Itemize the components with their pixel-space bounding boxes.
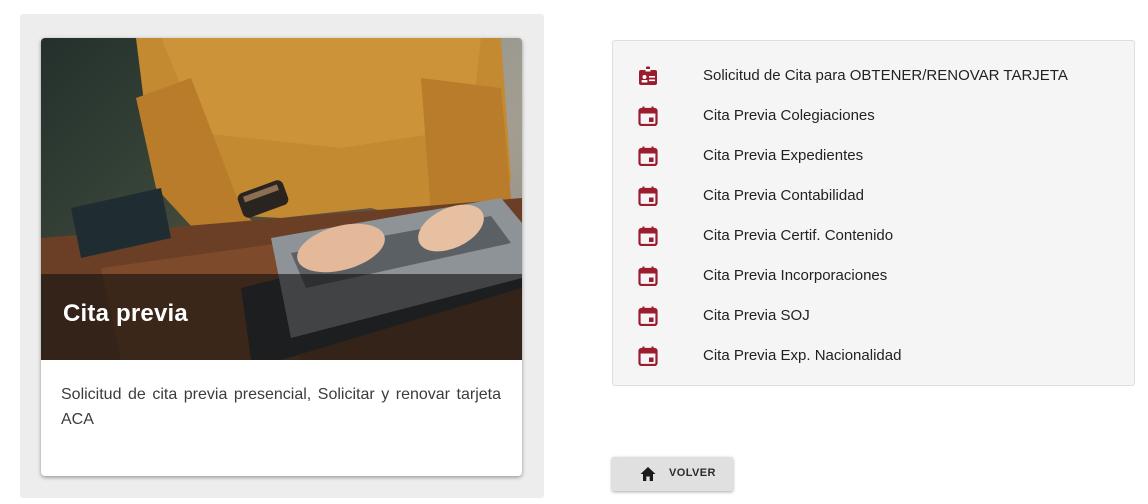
calendar-icon (638, 106, 658, 126)
menu-item-expedientes[interactable]: Cita Previa Expedientes (613, 136, 1134, 176)
menu-item-certif-contenido[interactable]: Cita Previa Certif. Contenido (613, 216, 1134, 256)
card-description: Solicitud de cita previa presencial, Sol… (61, 386, 501, 428)
menu-item-soj[interactable]: Cita Previa SOJ (613, 296, 1134, 336)
card-image: Cita previa (41, 38, 522, 360)
menu-item-label: Cita Previa SOJ (703, 307, 810, 324)
menu-item-obtener-renovar-tarjeta[interactable]: Solicitud de Cita para OBTENER/RENOVAR T… (613, 56, 1134, 96)
menu-item-label: Solicitud de Cita para OBTENER/RENOVAR T… (703, 67, 1068, 84)
card-title: Cita previa (63, 300, 188, 327)
menu-item-label: Cita Previa Contabilidad (703, 187, 864, 204)
calendar-icon (638, 266, 658, 286)
menu-item-label: Cita Previa Certif. Contenido (703, 227, 894, 244)
volver-label: VOLVER (669, 467, 716, 479)
calendar-icon (638, 346, 658, 366)
menu-item-colegiaciones[interactable]: Cita Previa Colegiaciones (613, 96, 1134, 136)
volver-button[interactable]: VOLVER (612, 457, 733, 491)
id-badge-icon (639, 66, 657, 85)
menu-item-label: Cita Previa Incorporaciones (703, 267, 888, 284)
menu-item-incorporaciones[interactable]: Cita Previa Incorporaciones (613, 256, 1134, 296)
menu-item-label: Cita Previa Exp. Nacionalidad (703, 347, 902, 364)
menu-item-contabilidad[interactable]: Cita Previa Contabilidad (613, 176, 1134, 216)
calendar-icon (638, 146, 658, 166)
home-icon (640, 467, 656, 481)
menu-item-label: Cita Previa Expedientes (703, 147, 864, 164)
appointment-menu: Solicitud de Cita para OBTENER/RENOVAR T… (612, 40, 1135, 386)
menu-item-label: Cita Previa Colegiaciones (703, 107, 875, 124)
calendar-icon (638, 226, 658, 246)
cita-previa-card[interactable]: Cita previa Solicitud de cita previa pre… (41, 38, 522, 476)
calendar-icon (638, 186, 658, 206)
menu-item-exp-nacionalidad[interactable]: Cita Previa Exp. Nacionalidad (613, 336, 1134, 376)
calendar-icon (638, 306, 658, 326)
